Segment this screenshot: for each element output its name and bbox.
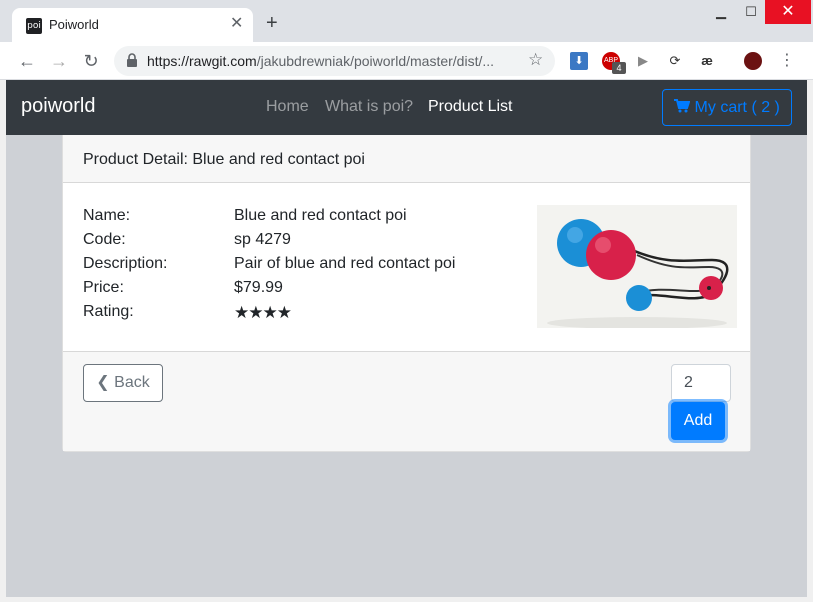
- youtube-icon[interactable]: ▶: [634, 52, 652, 70]
- extension-badge: 4: [612, 62, 626, 74]
- card-footer: ❮ Back Add: [63, 351, 750, 451]
- card-header: Product Detail: Blue and red contact poi: [63, 135, 750, 183]
- back-button[interactable]: ❮ Back: [83, 364, 163, 402]
- field-value: sp 4279: [234, 231, 291, 248]
- forward-arrow-icon[interactable]: →: [48, 50, 70, 72]
- star-rating-icon: ★★★★: [234, 303, 292, 323]
- page-left-edge: [0, 80, 6, 602]
- profile-avatar[interactable]: [744, 52, 762, 70]
- field-label: Description:: [83, 255, 168, 272]
- ae-extension-icon[interactable]: æ: [698, 52, 716, 70]
- my-cart-button[interactable]: My cart ( 2 ): [662, 89, 792, 126]
- app-navbar: poiworld Home What is poi? Product List …: [6, 80, 807, 135]
- menu-kebab-icon[interactable]: ⋮: [778, 52, 796, 70]
- url-text: https://rawgit.com/jakubdrewniak/poiworl…: [147, 53, 494, 69]
- page-right-edge: [807, 80, 813, 602]
- new-tab-icon[interactable]: +: [266, 13, 278, 33]
- page-bottom-edge: [0, 597, 813, 602]
- url-path: /jakubdrewniak/poiworld/master/dist/...: [256, 53, 495, 69]
- chevron-left-icon: ❮: [96, 374, 110, 391]
- window-close-icon[interactable]: ✕: [765, 0, 811, 24]
- field-label: Rating:: [83, 303, 134, 320]
- quantity-input[interactable]: [671, 364, 731, 402]
- browser-toolbar: ← → ↻ https://rawgit.com/jakubdrewniak/p…: [0, 42, 813, 80]
- lock-icon: [127, 53, 137, 67]
- close-tab-icon[interactable]: ✕: [230, 16, 243, 32]
- nav-what-is-poi[interactable]: What is poi?: [325, 98, 413, 116]
- card-title: Product Detail: Blue and red contact poi: [83, 151, 365, 168]
- url-host: https://rawgit.com: [147, 53, 257, 69]
- cart-label: My cart ( 2 ): [694, 99, 780, 116]
- field-value: Blue and red contact poi: [234, 207, 407, 224]
- bookmark-star-icon[interactable]: ☆: [528, 50, 543, 70]
- maximize-icon[interactable]: ☐: [735, 0, 767, 24]
- reload-icon[interactable]: ↻: [80, 50, 102, 72]
- poi-illustration: [537, 205, 737, 328]
- field-label: Price:: [83, 279, 124, 296]
- favicon-icon: poi: [26, 18, 42, 34]
- download-extension-icon[interactable]: ⬇: [570, 52, 588, 70]
- tab-title: Poiworld: [49, 17, 99, 32]
- back-arrow-icon[interactable]: ←: [16, 50, 38, 72]
- field-value: Pair of blue and red contact poi: [234, 255, 456, 272]
- brand-logo[interactable]: poiworld: [21, 95, 95, 118]
- cart-icon: [674, 99, 691, 113]
- card-body: Name: Blue and red contact poi Code: sp …: [63, 183, 750, 351]
- back-label: Back: [114, 374, 150, 391]
- browser-tab[interactable]: poi Poiworld ✕: [12, 8, 253, 42]
- field-value: $79.99: [234, 279, 283, 296]
- field-label: Name:: [83, 207, 131, 224]
- product-detail-card: Product Detail: Blue and red contact poi…: [62, 135, 751, 452]
- nav-home[interactable]: Home: [266, 98, 309, 116]
- address-bar[interactable]: https://rawgit.com/jakubdrewniak/poiworl…: [114, 46, 555, 76]
- minimize-icon[interactable]: ▁: [705, 0, 737, 24]
- nav-product-list[interactable]: Product List: [428, 98, 512, 116]
- browser-tabbar: poi Poiworld ✕ + ▁ ☐ ✕: [0, 0, 813, 42]
- field-label: Code:: [83, 231, 126, 248]
- product-image: [537, 205, 737, 328]
- add-to-cart-button[interactable]: Add: [671, 402, 725, 440]
- sync-icon[interactable]: ⟳: [666, 52, 684, 70]
